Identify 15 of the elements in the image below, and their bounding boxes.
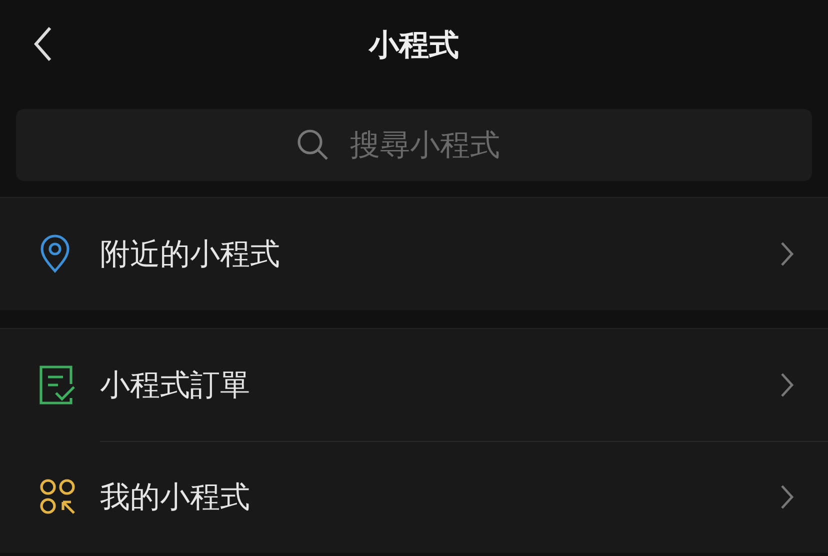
checklist-icon (38, 364, 76, 406)
search-icon (296, 128, 330, 162)
menu-item[interactable]: 我的小程式 (0, 441, 828, 553)
page-title: 小程式 (369, 26, 459, 64)
menu-label: 附近的小程式 (100, 236, 281, 274)
chevron-icon (780, 372, 794, 398)
menu-item[interactable]: 附近的小程式 (0, 198, 828, 310)
menu-item[interactable]: 小程式訂單 (0, 329, 828, 441)
apps-icon (38, 477, 78, 517)
chevron-icon (780, 241, 794, 267)
menu-label: 小程式訂單 (100, 366, 251, 404)
menu-label: 我的小程式 (100, 478, 251, 516)
search-field[interactable]: 搜尋小程式 (348, 126, 532, 164)
location-pin-icon (38, 234, 72, 274)
chevron-icon (780, 484, 794, 510)
